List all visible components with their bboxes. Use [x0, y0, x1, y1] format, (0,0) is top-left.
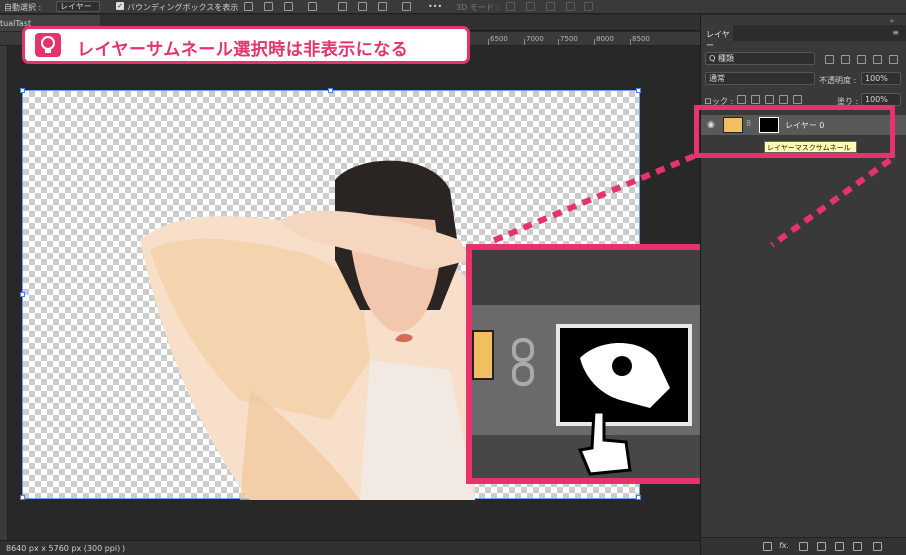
roll-3d-icon[interactable] — [526, 2, 535, 11]
ruler-tick — [524, 39, 525, 45]
filter-adjustment-icon[interactable] — [841, 55, 850, 64]
layers-panel: » レイヤー ≡ Q 種類 通常 不透明度 : 100% ロック : 塗り : … — [700, 15, 906, 555]
layers-panel-footer: fx. — [701, 537, 906, 555]
tip-callout: レイヤーサムネール選択時は非表示になる — [22, 26, 470, 64]
ruler-tick — [558, 39, 559, 45]
align-left-icon[interactable] — [244, 2, 253, 11]
zoom-layer-thumbnail — [472, 330, 494, 380]
align-right-icon[interactable] — [284, 2, 293, 11]
add-mask-icon[interactable] — [799, 542, 808, 551]
scale-3d-icon[interactable] — [584, 2, 593, 11]
filter-shape-icon[interactable] — [873, 55, 882, 64]
link-layers-icon[interactable] — [763, 542, 772, 551]
ruler-tick — [488, 39, 489, 45]
transform-handle[interactable] — [636, 495, 641, 500]
layer-kind-filter[interactable]: Q 種類 — [705, 52, 815, 65]
blend-mode-select[interactable]: 通常 — [705, 72, 815, 85]
new-layer-icon[interactable] — [853, 542, 862, 551]
delete-layer-icon[interactable] — [873, 542, 882, 551]
transform-handle[interactable] — [20, 88, 25, 93]
auto-select-label: 自動選択 : — [4, 3, 42, 12]
transform-handle[interactable] — [636, 88, 641, 93]
drag-3d-icon[interactable] — [546, 2, 555, 11]
collapse-icon[interactable]: » — [890, 17, 894, 25]
fx-button[interactable]: fx. — [779, 541, 789, 550]
lock-position-icon[interactable] — [765, 95, 774, 104]
transform-handle[interactable] — [20, 292, 25, 297]
bounding-box-label: バウンディングボックスを表示 — [127, 3, 239, 12]
tab-layers[interactable]: レイヤー — [701, 25, 733, 50]
callout-text: レイヤーサムネール選択時は非表示になる — [77, 40, 409, 60]
new-group-icon[interactable] — [835, 542, 844, 551]
panel-menu-icon[interactable]: ≡ — [892, 28, 899, 37]
bounding-box-checkbox[interactable]: ✓ — [116, 2, 124, 10]
hand-cursor-icon — [577, 410, 632, 476]
filter-pixel-icon[interactable] — [825, 55, 834, 64]
more-options[interactable]: ••• — [428, 2, 442, 11]
zoom-link-icon — [512, 338, 534, 386]
lock-image-icon[interactable] — [751, 95, 760, 104]
align-center-icon[interactable] — [264, 2, 273, 11]
document-size-info: 8640 px x 5760 px (300 ppi) — [6, 544, 121, 553]
filter-smart-icon[interactable] — [889, 55, 898, 64]
auto-select-dropdown[interactable]: レイヤー — [56, 1, 100, 12]
mode-3d-label: 3D モード : — [456, 3, 500, 12]
align-bottom-icon[interactable] — [358, 2, 367, 11]
ruler-label: 6500 — [490, 35, 508, 43]
distribute-icon[interactable] — [378, 2, 387, 11]
ruler-label: 7000 — [526, 35, 544, 43]
lock-artboard-icon[interactable] — [779, 95, 788, 104]
adjustment-layer-icon[interactable] — [817, 542, 826, 551]
transform-handle[interactable] — [328, 88, 333, 93]
ruler-label: 8000 — [596, 35, 614, 43]
distribute-vertical-icon[interactable] — [402, 2, 411, 11]
align-middle-icon[interactable] — [338, 2, 347, 11]
photoshop-window: 自動選択 : レイヤー ✓ バウンディングボックスを表示 ••• 3D モード … — [0, 0, 906, 555]
status-bar: 8640 px x 5760 px (300 ppi) ) — [0, 540, 700, 555]
ruler-tick — [630, 39, 631, 45]
vertical-ruler — [0, 46, 8, 540]
status-menu-arrow[interactable]: ) — [122, 544, 125, 553]
lock-all-icon[interactable] — [793, 95, 802, 104]
lock-transparent-icon[interactable] — [737, 95, 746, 104]
mask-tooltip: レイヤーマスクサムネール — [764, 141, 857, 153]
panel-tabs: レイヤー ≡ — [701, 25, 906, 50]
ruler-label: 7500 — [560, 35, 578, 43]
slide-3d-icon[interactable] — [566, 2, 575, 11]
transform-handle[interactable] — [20, 495, 25, 500]
lightbulb-icon — [35, 33, 61, 57]
align-top-icon[interactable] — [308, 2, 317, 11]
options-bar: 自動選択 : レイヤー ✓ バウンディングボックスを表示 ••• 3D モード … — [0, 0, 906, 14]
filter-type-icon[interactable] — [857, 55, 866, 64]
ruler-label: 8500 — [632, 35, 650, 43]
orbit-3d-icon[interactable] — [506, 2, 515, 11]
opacity-input[interactable]: 100% — [861, 72, 901, 85]
ruler-tick — [594, 39, 595, 45]
